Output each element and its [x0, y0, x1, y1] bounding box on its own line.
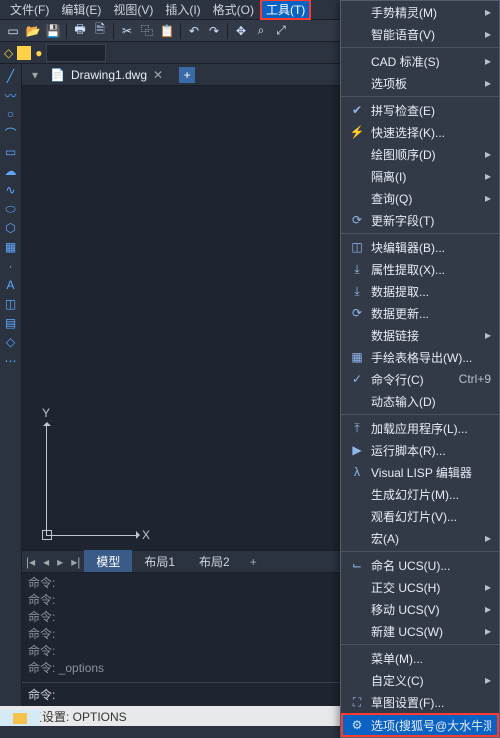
menu-draw-order[interactable]: 绘图顺序(D)▸ — [341, 143, 499, 165]
hatch-icon[interactable]: ▦ — [3, 239, 19, 255]
menu-load-app[interactable]: ⤒加载应用程序(L)... — [341, 417, 499, 439]
preview-icon[interactable]: 🗎 — [91, 22, 109, 40]
layer-icon[interactable]: ◇ — [4, 46, 13, 60]
menu-isolate[interactable]: 隔离(I)▸ — [341, 165, 499, 187]
menu-command-line[interactable]: ✓命令行(C)Ctrl+9 — [341, 368, 499, 390]
save-icon[interactable]: 💾 — [44, 22, 62, 40]
menu-voice[interactable]: 智能语音(V)▸ — [341, 23, 499, 45]
redo-icon[interactable]: ↷ — [205, 22, 223, 40]
zoom-icon[interactable]: ⌕ — [252, 22, 270, 40]
arc-icon[interactable]: ⌒ — [3, 125, 19, 141]
cut-icon[interactable]: ✂ — [118, 22, 136, 40]
menu-quick-select[interactable]: ⚡快速选择(K)... — [341, 121, 499, 143]
add-layout-button[interactable]: + — [242, 555, 265, 569]
menu-move-ucs[interactable]: 移动 UCS(V)▸ — [341, 598, 499, 620]
color-swatch[interactable] — [17, 46, 31, 60]
menu-spellcheck[interactable]: ✔拼写检查(E) — [341, 99, 499, 121]
y-axis-label: Y — [42, 406, 50, 420]
prev-icon[interactable]: ◂ — [39, 555, 53, 569]
menu-named-ucs[interactable]: ⌙命名 UCS(U)... — [341, 554, 499, 576]
menu-draft-settings[interactable]: ⛶草图设置(F)... — [341, 691, 499, 713]
spline-icon[interactable]: ∿ — [3, 182, 19, 198]
x-axis-label: X — [142, 528, 150, 542]
more-icon[interactable]: ⋯ — [3, 353, 19, 369]
print-icon[interactable]: 🖶 — [71, 22, 89, 40]
pan-icon[interactable]: ✥ — [232, 22, 250, 40]
menu-hand-table-export[interactable]: ▦手绘表格导出(W)... — [341, 346, 499, 368]
file-tab[interactable]: 📄 Drawing1.dwg ✕ — [42, 66, 171, 84]
menu-update-fields[interactable]: ⟳更新字段(T) — [341, 209, 499, 231]
menu-macro[interactable]: 宏(A)▸ — [341, 527, 499, 549]
menu-cad-standards[interactable]: CAD 标准(S)▸ — [341, 50, 499, 72]
menu-ortho-ucs[interactable]: 正交 UCS(H)▸ — [341, 576, 499, 598]
block-icon[interactable]: ◫ — [3, 296, 19, 312]
tab-model[interactable]: 模型 — [84, 550, 132, 573]
dwg-icon: 📄 — [50, 68, 65, 82]
gear-icon: ⚙ — [349, 717, 365, 733]
menu-menu-mgr[interactable]: 菜单(M)... — [341, 647, 499, 669]
menu-palettes[interactable]: 选项板▸ — [341, 72, 499, 94]
menu-data-extract[interactable]: ⤓数据提取... — [341, 280, 499, 302]
tab-layout1[interactable]: 布局1 — [132, 550, 187, 573]
point-icon[interactable]: · — [3, 258, 19, 274]
menu-run-script[interactable]: ▶运行脚本(R)... — [341, 439, 499, 461]
first-icon[interactable]: |◂ — [22, 555, 39, 569]
ellipse-icon[interactable]: ⬭ — [3, 201, 19, 217]
menu-view-slide[interactable]: 观看幻灯片(V)... — [341, 505, 499, 527]
menu-data-link[interactable]: 数据链接▸ — [341, 324, 499, 346]
draw-toolbar: ╱ 〰 ○ ⌒ ▭ ☁ ∿ ⬭ ⬡ ▦ · A ◫ ▤ ◇ ⋯ — [0, 64, 22, 706]
menu-tools[interactable]: 工具(T) — [260, 0, 311, 20]
copy-icon[interactable]: ⿻ — [138, 22, 156, 40]
open-icon[interactable]: 📂 — [24, 22, 42, 40]
menu-make-slide[interactable]: 生成幻灯片(M)... — [341, 483, 499, 505]
folder-icon[interactable] — [13, 713, 27, 724]
menu-customize[interactable]: 自定义(C)▸ — [341, 669, 499, 691]
tools-menu: 手势精灵(M)▸ 智能语音(V)▸ CAD 标准(S)▸ 选项板▸ ✔拼写检查(… — [340, 0, 500, 738]
polygon-icon[interactable]: ⬡ — [3, 220, 19, 236]
menu-options[interactable]: ⚙选项(搜狐号@大水牛测绘 — [341, 713, 499, 737]
menu-view[interactable]: 视图(V) — [107, 0, 159, 20]
pline-icon[interactable]: 〰 — [3, 87, 19, 103]
layer-select[interactable] — [46, 44, 106, 62]
bulb-icon[interactable]: ● — [35, 46, 42, 60]
menu-new-ucs[interactable]: 新建 UCS(W)▸ — [341, 620, 499, 642]
taskbar-sliver — [0, 710, 40, 726]
menu-data-update[interactable]: ⟳数据更新... — [341, 302, 499, 324]
tab-layout2[interactable]: 布局2 — [187, 550, 242, 573]
line-icon[interactable]: ╱ — [3, 68, 19, 84]
new-tab-button[interactable]: + — [179, 67, 195, 83]
next-icon[interactable]: ▸ — [53, 555, 67, 569]
table-icon[interactable]: ▤ — [3, 315, 19, 331]
new-icon[interactable]: ▭ — [4, 22, 22, 40]
file-tab-label: Drawing1.dwg — [71, 68, 147, 82]
text-icon[interactable]: A — [3, 277, 19, 293]
menu-dynamic-input[interactable]: 动态输入(D) — [341, 390, 499, 412]
rect-icon[interactable]: ▭ — [3, 144, 19, 160]
region-icon[interactable]: ◇ — [3, 334, 19, 350]
cmd-prompt: 命令: — [28, 686, 55, 703]
menu-attrib-extract[interactable]: ⤓属性提取(X)... — [341, 258, 499, 280]
menu-edit[interactable]: 编辑(E) — [55, 0, 107, 20]
menu-inquiry[interactable]: 查询(Q)▸ — [341, 187, 499, 209]
paste-icon[interactable]: 📋 — [158, 22, 176, 40]
menu-vlisp[interactable]: λVisual LISP 编辑器 — [341, 461, 499, 483]
chevron-down-icon[interactable]: ▾ — [28, 68, 42, 82]
menu-gesture[interactable]: 手势精灵(M)▸ — [341, 1, 499, 23]
cloud-icon[interactable]: ☁ — [3, 163, 19, 179]
zoom-ext-icon[interactable]: ⤢ — [272, 22, 290, 40]
menu-file[interactable]: 文件(F) — [4, 0, 55, 20]
close-icon[interactable]: ✕ — [153, 68, 163, 82]
circle-icon[interactable]: ○ — [3, 106, 19, 122]
undo-icon[interactable]: ↶ — [185, 22, 203, 40]
last-icon[interactable]: ▸| — [67, 555, 84, 569]
menu-block-editor[interactable]: ◫块编辑器(B)... — [341, 236, 499, 258]
menu-insert[interactable]: 插入(I) — [159, 0, 206, 20]
menu-format[interactable]: 格式(O) — [207, 0, 260, 20]
